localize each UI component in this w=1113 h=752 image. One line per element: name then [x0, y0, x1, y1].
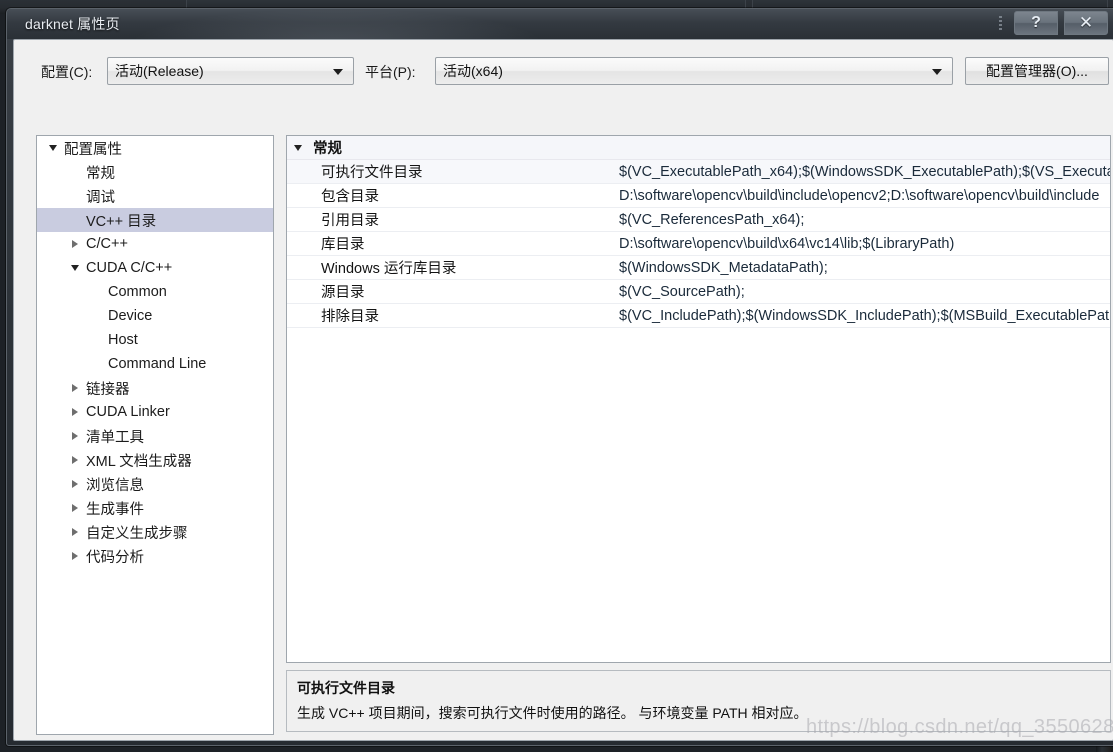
triangle-right-icon[interactable]	[67, 552, 83, 560]
property-value[interactable]: D:\software\opencv\build\x64\vc14\lib;$(…	[619, 236, 954, 252]
tree-item-14[interactable]: 浏览信息	[37, 472, 273, 496]
tree-item-label: 自定义生成步骤	[86, 525, 188, 542]
triangle-right-icon[interactable]	[67, 504, 83, 512]
tree-item-label: CUDA C/C++	[86, 260, 173, 276]
tree-item-label: CUDA Linker	[86, 404, 170, 420]
titlebar-glow	[127, 9, 547, 39]
tree-item-label: 链接器	[86, 381, 130, 398]
tree-item-3[interactable]: VC++ 目录	[37, 208, 273, 232]
property-row[interactable]: 库目录 D:\software\opencv\build\x64\vc14\lib…	[287, 232, 1110, 256]
help-button[interactable]: ?	[1014, 11, 1058, 35]
close-button[interactable]: ✕	[1064, 11, 1108, 35]
property-name: 排除目录	[321, 309, 379, 325]
tree-item-label: Host	[108, 332, 138, 348]
property-name: 源目录	[321, 285, 365, 301]
property-value[interactable]: $(VC_IncludePath);$(WindowsSDK_IncludePa…	[619, 308, 1110, 324]
tree-item-4[interactable]: C/C++	[37, 232, 273, 256]
triangle-down-icon[interactable]	[45, 145, 61, 151]
property-grid[interactable]: 常规 可执行文件目录 $(VC_ExecutablePath_x64);$(Win…	[286, 135, 1111, 663]
property-row[interactable]: 包含目录 D:\software\opencv\build\include\ope…	[287, 184, 1110, 208]
tree-item-label: 常规	[86, 165, 115, 182]
triangle-right-icon[interactable]	[67, 432, 83, 440]
triangle-right-icon[interactable]	[67, 408, 83, 416]
title-bar[interactable]: darknet 属性页 ? ✕	[7, 9, 1113, 39]
tree-item-label: 浏览信息	[86, 477, 144, 494]
property-row[interactable]: 排除目录 $(VC_IncludePath);$(WindowsSDK_Inclu…	[287, 304, 1110, 328]
dialog-client-area: 配置(C): 活动(Release) 平台(P): 活动(x64) 配置管理器(…	[13, 39, 1113, 741]
triangle-right-icon[interactable]	[67, 480, 83, 488]
property-group-header[interactable]: 常规	[287, 136, 1110, 160]
chevron-down-icon	[932, 69, 942, 75]
triangle-right-icon[interactable]	[67, 528, 83, 536]
property-group-label: 常规	[313, 141, 342, 157]
triangle-right-icon[interactable]	[67, 456, 83, 464]
tree-item-label: C/C++	[86, 236, 128, 252]
tree-item-17[interactable]: 代码分析	[37, 544, 273, 568]
tree-item-label: Command Line	[108, 356, 207, 372]
configuration-toolbar: 配置(C): 活动(Release) 平台(P): 活动(x64) 配置管理器(…	[14, 40, 1113, 92]
tree-item-label: XML 文档生成器	[86, 453, 192, 470]
property-rows: 可执行文件目录 $(VC_ExecutablePath_x64);$(Window…	[287, 160, 1110, 328]
tree-item-7[interactable]: Device	[37, 304, 273, 328]
tree-item-label: 调试	[86, 189, 115, 206]
tree-item-label: 清单工具	[86, 429, 144, 446]
property-value[interactable]: $(WindowsSDK_MetadataPath);	[619, 260, 828, 276]
property-value[interactable]: $(VC_ReferencesPath_x64);	[619, 212, 804, 228]
triangle-right-icon[interactable]	[67, 384, 83, 392]
configuration-combobox-value: 活动(Release)	[115, 63, 204, 79]
description-title: 可执行文件目录	[297, 680, 395, 696]
property-name: 可执行文件目录	[321, 165, 423, 181]
configuration-tree[interactable]: 配置属性常规调试 VC++ 目录 C/C++ CUDA C/C++ Common Devi…	[36, 135, 274, 735]
tree-item-11[interactable]: CUDA Linker	[37, 400, 273, 424]
description-body: 生成 VC++ 项目期间，搜索可执行文件时使用的路径。 与环境变量 PATH 相…	[297, 705, 808, 721]
tree-item-10[interactable]: 链接器	[37, 376, 273, 400]
property-row[interactable]: 可执行文件目录 $(VC_ExecutablePath_x64);$(Window…	[287, 160, 1110, 184]
property-row[interactable]: 源目录 $(VC_SourcePath);	[287, 280, 1110, 304]
window-title: darknet 属性页	[25, 16, 120, 32]
tree-item-1[interactable]: 常规	[37, 160, 273, 184]
property-name: 库目录	[321, 237, 365, 253]
property-value[interactable]: $(VC_ExecutablePath_x64);$(WindowsSDK_Ex…	[619, 164, 1110, 180]
triangle-down-icon[interactable]	[67, 265, 83, 271]
tree-item-6[interactable]: Common	[37, 280, 273, 304]
configuration-combobox[interactable]: 活动(Release)	[107, 57, 354, 85]
tree-item-label: VC++ 目录	[86, 213, 157, 230]
description-pane: 可执行文件目录 生成 VC++ 项目期间，搜索可执行文件时使用的路径。 与环境变…	[286, 670, 1111, 732]
property-name: 包含目录	[321, 189, 379, 205]
platform-combobox[interactable]: 活动(x64)	[435, 57, 953, 85]
tree-item-5[interactable]: CUDA C/C++	[37, 256, 273, 280]
property-row[interactable]: Windows 运行库目录 $(WindowsSDK_MetadataPath);	[287, 256, 1110, 280]
platform-label: 平台(P):	[365, 64, 416, 80]
tree-item-0[interactable]: 配置属性	[37, 136, 273, 160]
chevron-down-icon	[333, 69, 343, 75]
configuration-manager-button[interactable]: 配置管理器(O)...	[965, 57, 1109, 85]
tree-item-9[interactable]: Command Line	[37, 352, 273, 376]
tree-item-13[interactable]: XML 文档生成器	[37, 448, 273, 472]
triangle-right-icon[interactable]	[67, 240, 83, 248]
property-name: 引用目录	[321, 213, 379, 229]
property-name: Windows 运行库目录	[321, 261, 457, 277]
tree-item-label: Device	[108, 308, 153, 324]
titlebar-grip	[999, 16, 1002, 32]
property-value[interactable]: D:\software\opencv\build\include\opencv2…	[619, 188, 1099, 204]
tree-item-label: 代码分析	[86, 549, 144, 566]
platform-combobox-value: 活动(x64)	[443, 63, 503, 79]
tree-item-label: 配置属性	[64, 141, 122, 158]
tree-item-2[interactable]: 调试	[37, 184, 273, 208]
tree-item-15[interactable]: 生成事件	[37, 496, 273, 520]
tree-item-8[interactable]: Host	[37, 328, 273, 352]
property-row[interactable]: 引用目录 $(VC_ReferencesPath_x64);	[287, 208, 1110, 232]
triangle-down-icon[interactable]	[287, 144, 309, 151]
tree-item-label: 生成事件	[86, 501, 144, 518]
configuration-label: 配置(C):	[41, 64, 93, 80]
property-pages-window: darknet 属性页 ? ✕ 配置(C): 活动(Release) 平台(P)…	[6, 8, 1113, 746]
tree-item-16[interactable]: 自定义生成步骤	[37, 520, 273, 544]
tree-item-12[interactable]: 清单工具	[37, 424, 273, 448]
tree-item-label: Common	[108, 284, 167, 300]
property-value[interactable]: $(VC_SourcePath);	[619, 284, 745, 300]
